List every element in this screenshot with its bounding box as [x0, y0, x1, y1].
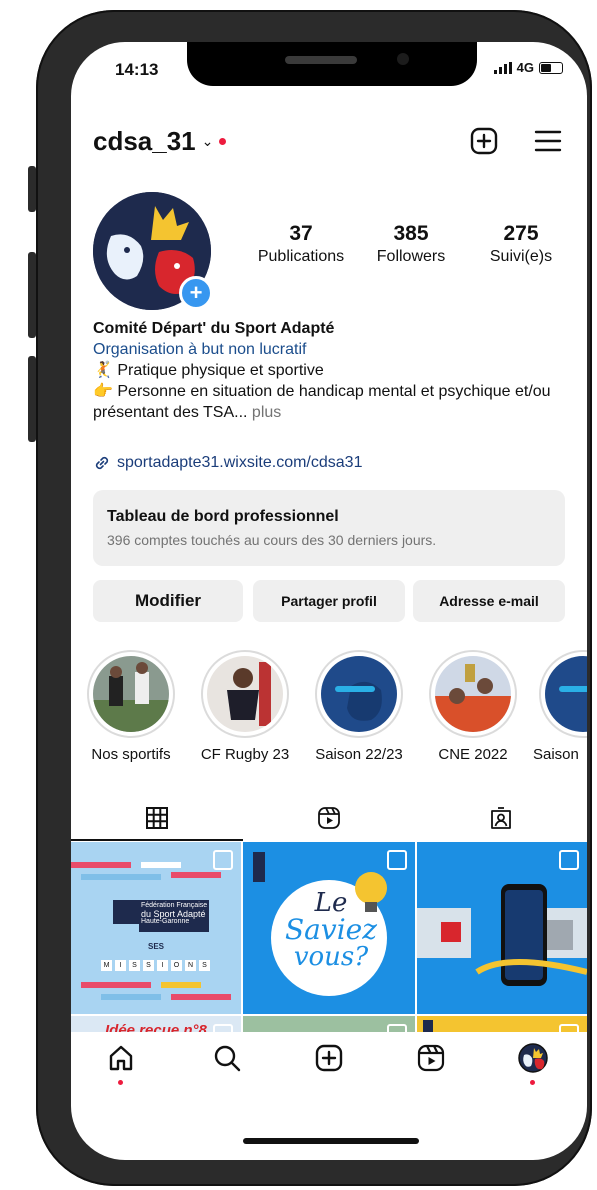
tab-reels[interactable] — [317, 806, 341, 830]
highlight-cf-rugby[interactable]: CF Rugby 23 — [197, 650, 293, 763]
highlight-label: CF Rugby 23 — [200, 746, 290, 763]
share-profile-button[interactable]: Partager profil — [253, 580, 405, 622]
menu-button[interactable] — [533, 126, 563, 156]
home-indicator[interactable] — [243, 1138, 419, 1144]
battery-icon — [539, 61, 563, 74]
highlight-image — [321, 656, 397, 732]
stat-value: 37 — [289, 222, 313, 245]
post-tile[interactable]: Fédération Française du Sport Adapté Haute… — [71, 842, 241, 1014]
profile-avatar-icon — [518, 1043, 548, 1073]
create-icon — [315, 1044, 343, 1072]
home-icon — [109, 1045, 133, 1071]
highlight-image — [207, 656, 283, 732]
notch — [187, 42, 477, 86]
highlight-image — [435, 656, 511, 732]
multiple-posts-icon — [387, 850, 407, 870]
mute-switch — [28, 166, 36, 212]
bio-text-1: Pratique physique et sportive — [117, 362, 324, 379]
multiple-posts-icon — [213, 850, 233, 870]
speaker — [285, 56, 357, 64]
nav-home[interactable] — [105, 1042, 137, 1074]
plus-square-icon — [470, 127, 498, 155]
display-name: Comité Départ' du Sport Adapté — [93, 320, 335, 337]
email-button[interactable]: Adresse e-mail — [413, 580, 565, 622]
nav-create[interactable] — [313, 1042, 345, 1074]
account-switcher[interactable]: cdsa_31 ⌄ — [93, 126, 227, 157]
grid-icon — [146, 807, 168, 829]
hamburger-menu-icon — [534, 130, 562, 152]
status-time: 14:13 — [115, 60, 159, 79]
stat-label: Suivi(e)s — [489, 248, 553, 265]
highlight-image — [93, 656, 169, 732]
highlight-label: Nos sportifs — [91, 746, 171, 763]
stat-value: 385 — [393, 222, 429, 245]
volume-up-button — [28, 252, 36, 338]
bio-line-1: 🤾 Pratique physique et sportive — [93, 360, 573, 381]
stat-publications[interactable]: 37 Publications — [249, 222, 353, 266]
post-tile[interactable]: Le Saviez vous? — [243, 842, 415, 1014]
front-camera — [397, 53, 409, 65]
tab-tagged[interactable] — [489, 806, 513, 830]
profile-notification-dot — [530, 1080, 535, 1085]
chevron-down-icon: ⌄ — [201, 133, 214, 149]
search-icon — [214, 1045, 241, 1072]
bio-text-2: Personne en situation de handicap mental… — [93, 383, 551, 421]
post-ses-label: SES — [147, 942, 164, 951]
stat-label: Followers — [376, 248, 446, 265]
highlight-label: Saison 22/23 — [315, 746, 403, 763]
notification-dot — [219, 138, 227, 145]
nav-reels[interactable] — [415, 1042, 447, 1074]
post-org-label: Fédération Française du Sport Adapté Haute… — [141, 902, 208, 925]
network-label: 4G — [516, 60, 534, 75]
post-tile[interactable] — [417, 842, 587, 1014]
stat-value: 275 — [503, 222, 539, 245]
nav-search[interactable] — [211, 1042, 243, 1074]
volume-down-button — [28, 356, 36, 442]
create-post-button[interactable] — [469, 126, 499, 156]
more-link[interactable]: plus — [252, 404, 281, 421]
tab-grid[interactable] — [145, 806, 169, 830]
signal-icon — [493, 61, 512, 74]
edit-profile-button[interactable]: Modifier — [93, 580, 243, 622]
highlight-label: CNE 2022 — [438, 746, 508, 763]
status-indicators: 4G — [493, 60, 563, 75]
highlight-image — [545, 656, 587, 732]
active-tab-indicator — [71, 839, 243, 841]
link-icon — [95, 456, 109, 470]
username: cdsa_31 — [93, 126, 196, 156]
bio-line-2: 👉 Personne en situation de handicap ment… — [93, 381, 573, 423]
highlight-nos-sportifs[interactable]: Nos sportifs — [83, 650, 179, 763]
pointing-hand-icon: 👉 — [93, 383, 113, 400]
home-notification-dot — [118, 1080, 123, 1085]
reels-icon — [318, 807, 340, 829]
reels-icon — [417, 1044, 445, 1072]
profile-category[interactable]: Organisation à but non lucratif — [93, 339, 573, 360]
professional-dashboard[interactable]: Tableau de bord professionnel 396 compte… — [93, 490, 565, 566]
post-le-saviez-vous: Le Saviez vous? — [285, 888, 377, 972]
stat-following[interactable]: 275 Suivi(e)s — [471, 222, 571, 266]
website-url: sportadapte31.wixsite.com/cdsa31 — [117, 454, 363, 471]
nav-profile[interactable] — [517, 1042, 549, 1074]
website-link[interactable]: sportadapte31.wixsite.com/cdsa31 — [93, 454, 362, 472]
tagged-icon — [491, 807, 511, 829]
add-story-button[interactable]: + — [179, 276, 213, 310]
highlight-saison[interactable]: Saison — [533, 650, 587, 763]
dashboard-title: Tableau de bord professionnel — [107, 508, 339, 525]
multiple-posts-icon — [559, 850, 579, 870]
highlight-label: Saison — [533, 746, 579, 763]
stat-followers[interactable]: 385 Followers — [363, 222, 459, 266]
profile-bio: Comité Départ' du Sport Adapté Organisat… — [93, 318, 573, 423]
dashboard-subtitle: 396 comptes touchés au cours des 30 dern… — [107, 532, 437, 548]
phone-screen: 14:13 4G cdsa_31 ⌄ + 37 Publications 385… — [71, 42, 587, 1160]
highlight-saison-22-23[interactable]: Saison 22/23 — [311, 650, 407, 763]
post-letters: M I S S I O N S — [101, 960, 210, 971]
highlight-cne-2022[interactable]: CNE 2022 — [425, 650, 521, 763]
sport-icon: 🤾 — [93, 362, 113, 379]
stat-label: Publications — [257, 248, 345, 265]
